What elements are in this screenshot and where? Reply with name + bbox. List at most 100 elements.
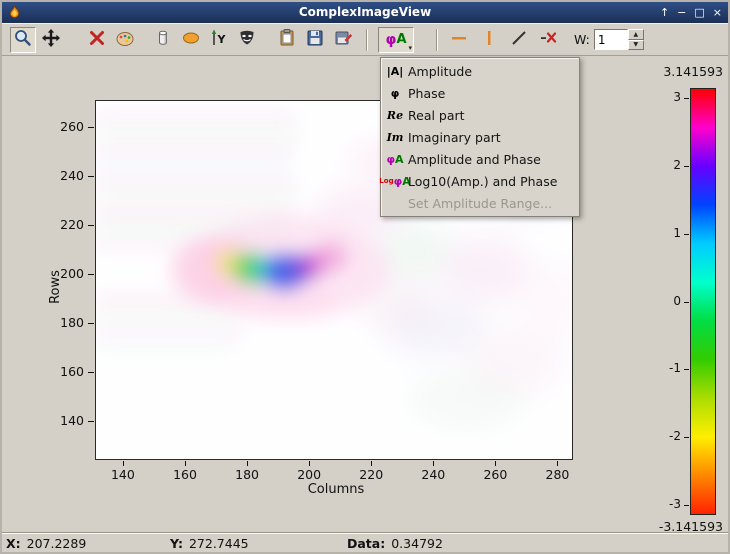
x-value: 207.2289 [26,535,87,551]
menu-item-set-amplitude-range: Set Amplitude Range... [382,192,578,214]
colorbar-tick-label: 1 [673,225,681,240]
y-tick-label: 260 [60,118,84,134]
dropdown-arrow-icon: ▾ [408,43,412,52]
y-tick-label: 240 [60,167,84,183]
y-tick-label: 180 [60,314,84,330]
cut-width-label: W: [574,32,590,47]
menu-item-icon: Im [386,130,404,144]
titlebar: ComplexImageView ↑ − □ × [2,2,728,23]
colorbar-tick-label: -2 [669,429,681,444]
y-tick-mark [88,175,94,177]
save-as-button[interactable] [330,27,356,53]
x-tick-label: 280 [545,467,570,482]
cut-width-up-button[interactable]: ▲ [627,29,644,40]
colorbar-tick-mark [684,301,689,303]
x-tick-label: 200 [297,467,322,482]
menu-item-label: Amplitude [408,63,473,79]
y-tick-mark [88,371,94,373]
delete-button[interactable] [84,27,110,53]
window-controls: ↑ − □ × [660,2,722,23]
menu-item-icon: |A| [386,64,404,78]
menu-item-icon: φA [386,152,404,166]
red-x-icon [87,28,107,51]
palette-button[interactable] [112,27,138,53]
vertical-cut-button[interactable] [476,27,502,53]
x-tick-label: 160 [173,467,197,482]
colorbar-tick-mark [684,505,689,507]
x-tick-mark [495,461,497,466]
colorbar-tick-label: 3 [673,89,681,104]
y-tick-label: 140 [60,412,84,428]
x-axis-title: Columns [307,482,365,497]
colorbar-tick-mark [684,437,689,439]
y-tick-mark [88,224,94,226]
y-label: Y: [170,535,183,551]
zoom-button[interactable] [10,26,36,53]
y-tick-label: 200 [60,265,84,281]
cursor-y-readout: Y: 272.7445 [170,533,249,553]
diagonal-line-icon [509,28,529,51]
content-area: Columns Rows 3.141593 -3.141593 140 160 18… [2,56,728,534]
delete-cuts-icon [539,28,559,51]
statusbar: X: 207.2289 Y: 272.7445 Data: 0.34792 [2,532,728,552]
menu-item-label: Phase [408,85,446,101]
display-mode-button[interactable]: φ A ▾ [378,26,414,53]
menu-item-log10-amp-and-phase[interactable]: Log φ A Log10(Amp.) and Phase [379,170,578,192]
cursor-data-readout: Data: 0.34792 [347,533,443,553]
colorbar-tick-mark [684,165,689,167]
mask-button[interactable] [234,27,260,53]
diagonal-cut-button[interactable] [506,27,532,53]
x-tick-mark [557,461,559,466]
colorbar-tick-mark [684,369,689,371]
menu-item-phase[interactable]: φ Phase [382,82,578,104]
data-value: 0.34792 [391,535,443,551]
menu-item-real-part[interactable]: Re Real part [382,104,578,126]
menu-item-label: Imaginary part [408,129,501,145]
menu-item-label: Real part [408,107,465,123]
delete-cuts-button[interactable] [536,27,562,53]
x-tick-mark [433,461,435,466]
cut-width-input[interactable] [593,29,628,50]
cut-width-down-button[interactable]: ▼ [627,39,644,50]
colorbar-tick-label: 0 [673,293,681,308]
window-title: ComplexImageView [298,5,432,19]
x-tick-mark [185,461,186,466]
x-tick-label: 260 [483,467,508,482]
cylinder-icon [153,28,173,51]
save-button[interactable] [302,27,328,53]
x-tick-mark [309,461,311,466]
copy-to-clipboard-button[interactable] [274,27,300,53]
display-mode-menu: |A| Amplitude φ Phase Re Real part Im Imaginary… [379,57,580,217]
axes-settings-button[interactable]: Y [206,27,232,53]
horizontal-cut-button[interactable] [446,27,472,53]
menu-item-amplitude-and-phase[interactable]: φ A Amplitude and Phase [382,148,578,170]
toolbar-separator [436,28,438,51]
x-tick-label: 180 [235,467,259,482]
toolbar-separator [366,28,368,51]
floppy-pencil-icon [333,28,353,51]
shade-button[interactable]: ↑ [660,2,669,23]
y-tick-label: 220 [60,216,84,232]
menu-item-amplitude[interactable]: |A| Amplitude [382,60,578,82]
x-tick-label: 220 [359,467,384,482]
minimize-button[interactable]: − [677,2,686,23]
colorbar-tick-label: -1 [669,361,681,376]
y-axis-icon: Y [209,28,229,51]
menu-item-icon: Re [386,108,404,122]
palette-icon [115,28,135,51]
pan-button[interactable] [38,27,64,53]
colorbar [690,88,716,515]
cursor-x-readout: X: 207.2289 [6,533,86,553]
ellipse-roi-button[interactable] [178,27,204,53]
x-label: X: [6,535,21,551]
complex-image-view-window: ComplexImageView ↑ − □ × Y φ A ▾ W: 1 ▲ … [0,0,730,554]
colormap-button[interactable] [150,27,176,53]
menu-item-label: Set Amplitude Range... [408,195,553,211]
vertical-line-icon [479,28,499,51]
colorbar-tick-mark [684,233,689,235]
colorbar-tick-label: -3 [669,497,681,512]
close-button[interactable]: × [713,2,722,23]
menu-item-imaginary-part[interactable]: Im Imaginary part [382,126,578,148]
menu-item-icon: Log φ A [379,174,411,188]
maximize-button[interactable]: □ [694,2,704,23]
